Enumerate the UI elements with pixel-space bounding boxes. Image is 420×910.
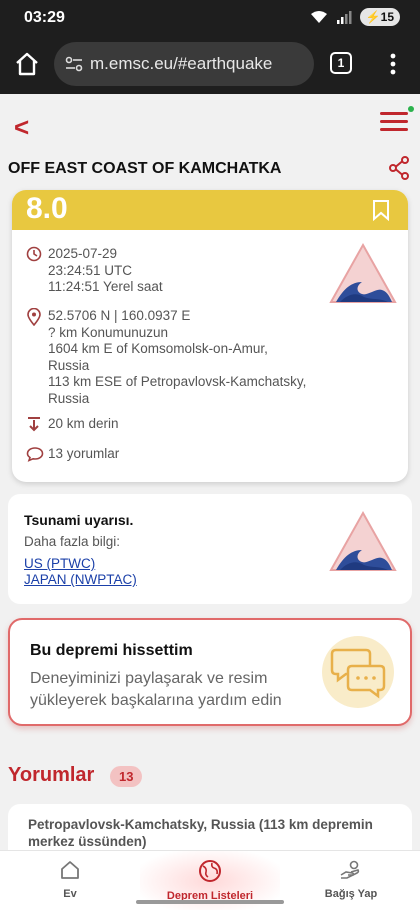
- felt-description: Deneyiminizi paylaşarak ve resim yükleye…: [30, 670, 282, 709]
- status-bar: 03:29 ⚡15: [0, 0, 420, 36]
- more-options-icon[interactable]: [386, 52, 400, 76]
- browser-toolbar: m.emsc.eu/#earthquake 1: [0, 36, 420, 94]
- url-text: m.emsc.eu/#earthquake: [90, 54, 273, 73]
- earthquake-card[interactable]: 8.0 2025-07-29 23:24:51 UTC 11:24:51 Yer…: [12, 190, 408, 482]
- tsunami-title: Tsunami uyarısı.: [24, 512, 134, 528]
- depth-value: 20 km derin: [48, 416, 119, 431]
- location-line: 113 km ESE of Petropavlovsk-Kamchatsky,: [48, 374, 307, 389]
- magnitude-value: 8.0: [26, 192, 68, 225]
- battery-indicator: ⚡15: [359, 8, 400, 26]
- page-content: < OFF EAST COAST OF KAMCHATKA 8.0 2025-0…: [0, 94, 420, 910]
- comment-icon: [26, 447, 44, 462]
- status-icons: ⚡15: [310, 8, 400, 26]
- comments-count: 13: [48, 446, 64, 461]
- event-date: 2025-07-29: [48, 246, 118, 261]
- coordinates: 52.5706 N | 160.0937 E: [48, 308, 191, 323]
- tab-switcher-button[interactable]: 1: [330, 52, 352, 74]
- chat-bubbles-icon: [322, 636, 394, 708]
- tsunami-warning-card: Tsunami uyarısı. Daha fazla bilgi: US (P…: [8, 494, 412, 604]
- location-pin-icon: [27, 307, 41, 327]
- location-line: 1604 km E of Komsomolsk-on-Amur,: [48, 341, 268, 356]
- tsunami-logo: [329, 242, 397, 303]
- signal-icon: [336, 11, 352, 24]
- comments-row[interactable]: 13 yorumlar: [26, 446, 119, 467]
- nav-donate[interactable]: Bağış Yap: [316, 859, 386, 900]
- globe-icon: [199, 860, 221, 882]
- comments-label: yorumlar: [66, 446, 120, 461]
- comments-count-badge: 13: [110, 766, 143, 787]
- nav-donate-label: Bağış Yap: [324, 888, 378, 900]
- donate-icon: [340, 860, 360, 879]
- tsunami-link-ptwc[interactable]: US (PTWC): [24, 556, 95, 571]
- nav-home[interactable]: Ev: [50, 859, 90, 900]
- tsunami-link-nwptac[interactable]: JAPAN (NWPTAC): [24, 572, 137, 587]
- share-icon[interactable]: [388, 156, 410, 180]
- wifi-icon: [310, 11, 327, 23]
- felt-title: Bu depremi hissettim: [30, 642, 193, 659]
- bookmark-icon[interactable]: [372, 199, 390, 221]
- region-title: OFF EAST COAST OF KAMCHATKA: [8, 160, 282, 177]
- site-settings-icon[interactable]: [64, 54, 84, 74]
- depth-row: 20 km derin: [26, 416, 119, 437]
- depth-arrow-icon: [28, 417, 40, 432]
- location-line: ? km Konumunuzun: [48, 324, 169, 340]
- address-bar[interactable]: m.emsc.eu/#earthquake: [54, 42, 314, 86]
- location-line: Russia: [48, 357, 90, 373]
- event-time-local: 11:24:51 Yerel saat: [48, 279, 163, 294]
- status-time: 03:29: [24, 9, 65, 26]
- felt-report-card[interactable]: Bu depremi hissettim Deneyiminizi paylaş…: [8, 618, 412, 726]
- battery-level: 15: [380, 10, 394, 24]
- back-button[interactable]: <: [14, 112, 29, 143]
- datetime-row: 2025-07-29 23:24:51 UTC 11:24:51 Yerel s…: [26, 246, 163, 296]
- event-time-utc: 23:24:51 UTC: [48, 262, 133, 278]
- tsunami-more-info: Daha fazla bilgi:: [24, 534, 121, 549]
- location-row: 52.5706 N | 160.0937 E ? km Konumunuzun …: [26, 307, 307, 407]
- magnitude-header: 8.0: [12, 190, 408, 230]
- location-line: Russia: [48, 390, 90, 406]
- notification-dot: [408, 106, 414, 112]
- tsunami-logo: [329, 510, 397, 571]
- menu-icon[interactable]: [380, 106, 414, 134]
- clock-icon: [26, 246, 42, 262]
- comments-heading: Yorumlar: [8, 764, 95, 786]
- home-icon[interactable]: [12, 49, 42, 79]
- home-icon: [61, 861, 79, 879]
- nav-earthquake-lists[interactable]: Deprem Listeleri: [150, 859, 270, 902]
- nav-home-label: Ev: [63, 888, 77, 900]
- gesture-bar: [136, 900, 284, 904]
- comment-location: Petropavlovsk-Kamchatsky, Russia (113 km…: [28, 817, 373, 849]
